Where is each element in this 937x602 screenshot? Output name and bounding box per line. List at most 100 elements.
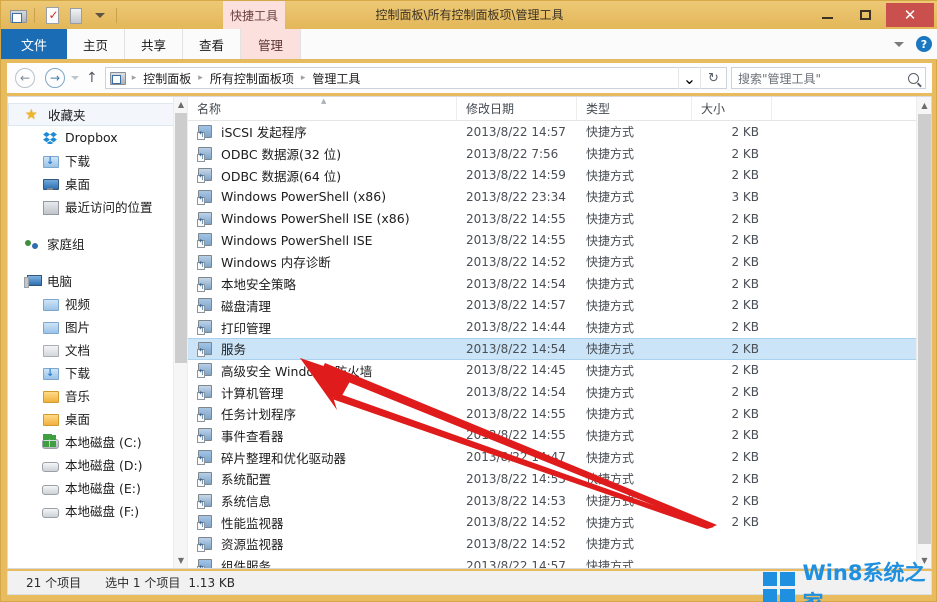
row-date-cell: 2013/8/22 14:44 xyxy=(457,320,577,334)
sidebar-item-10[interactable]: ↓下载 xyxy=(8,361,187,384)
refresh-icon[interactable]: ↻ xyxy=(700,67,726,89)
row-name-text: 任务计划程序 xyxy=(221,404,296,423)
column-header-size[interactable]: 大小 xyxy=(692,97,772,120)
table-row[interactable]: iSCSI 发起程序2013/8/22 14:57快捷方式2 KB xyxy=(188,121,931,143)
tab-file[interactable]: 文件 xyxy=(1,29,67,59)
sidebar-scroll-down-icon[interactable]: ▼ xyxy=(174,553,188,568)
sidebar-group-spacer xyxy=(8,255,187,269)
sidebar-item-label: 桌面 xyxy=(65,174,90,193)
row-type-cell: 快捷方式 xyxy=(577,167,692,184)
maximize-button[interactable] xyxy=(846,1,884,29)
table-row[interactable]: 打印管理2013/8/22 14:44快捷方式2 KB xyxy=(188,316,931,338)
search-placeholder: 搜索"管理工具" xyxy=(738,70,908,87)
row-name-cell: 系统信息 xyxy=(188,491,457,510)
table-row[interactable]: Windows PowerShell (x86)2013/8/22 23:34快… xyxy=(188,186,931,208)
shortcut-icon xyxy=(197,124,214,140)
folder-properties-icon[interactable] xyxy=(7,5,28,26)
row-type-cell: 快捷方式 xyxy=(577,492,692,509)
tab-home[interactable]: 主页 xyxy=(67,29,125,59)
row-name-text: 服务 xyxy=(221,339,246,358)
forward-button[interactable]: → xyxy=(43,66,67,90)
table-row[interactable]: 计算机管理2013/8/22 14:54快捷方式2 KB xyxy=(188,381,931,403)
row-date-cell: 2013/8/22 14:45 xyxy=(457,363,577,377)
table-row[interactable]: 事件查看器2013/8/22 14:55快捷方式2 KB xyxy=(188,425,931,447)
breadcrumb-item-0[interactable]: 控制面板 xyxy=(140,70,194,87)
help-icon[interactable]: ? xyxy=(916,36,932,52)
sidebar-item-2[interactable]: ↓下载 xyxy=(8,149,187,172)
table-row[interactable]: 磁盘清理2013/8/22 14:57快捷方式2 KB xyxy=(188,295,931,317)
chevron-down-icon[interactable] xyxy=(894,42,904,47)
table-row[interactable]: 任务计划程序2013/8/22 14:55快捷方式2 KB xyxy=(188,403,931,425)
sidebar-item-label: 电脑 xyxy=(47,271,72,290)
sidebar-item-16[interactable]: 本地磁盘 (F:) xyxy=(8,499,187,522)
address-dropdown-icon[interactable]: ⌄ xyxy=(678,67,700,89)
new-folder-icon[interactable] xyxy=(65,5,86,26)
table-row[interactable]: 性能监视器2013/8/22 14:52快捷方式2 KB xyxy=(188,511,931,533)
sidebar-item-12[interactable]: 桌面 xyxy=(8,407,187,430)
sidebar-item-1[interactable]: Dropbox xyxy=(8,126,187,149)
file-scroll-thumb[interactable] xyxy=(918,114,931,544)
row-size-cell: 2 KB xyxy=(692,515,772,529)
tab-manage[interactable]: 管理 xyxy=(241,29,301,59)
sidebar-item-4[interactable]: 最近访问的位置 xyxy=(8,195,187,218)
sidebar-item-14[interactable]: 本地磁盘 (D:) xyxy=(8,453,187,476)
sidebar-group-spacer xyxy=(8,522,187,536)
table-row[interactable]: Windows PowerShell ISE (x86)2013/8/22 14… xyxy=(188,208,931,230)
sidebar-scroll-thumb[interactable] xyxy=(175,113,187,363)
tab-view[interactable]: 查看 xyxy=(183,29,241,59)
file-scroll-up-icon[interactable]: ▲ xyxy=(917,97,931,113)
dropbox-icon xyxy=(42,130,59,146)
row-type-cell: 快捷方式 xyxy=(577,253,692,270)
table-row[interactable]: 资源监视器2013/8/22 14:52快捷方式 xyxy=(188,533,931,555)
shortcut-icon xyxy=(197,146,214,162)
recent-locations-caret-icon[interactable] xyxy=(71,76,79,80)
table-row[interactable]: Windows 内存诊断2013/8/22 14:52快捷方式2 KB xyxy=(188,251,931,273)
tab-share[interactable]: 共享 xyxy=(125,29,183,59)
table-row[interactable]: ODBC 数据源(64 位)2013/8/22 14:59快捷方式2 KB xyxy=(188,164,931,186)
close-button[interactable]: ✕ xyxy=(886,3,934,27)
search-input[interactable]: 搜索"管理工具" xyxy=(731,67,926,89)
back-arrow-icon: ← xyxy=(15,68,35,88)
sidebar-item-15[interactable]: 本地磁盘 (E:) xyxy=(8,476,187,499)
row-size-cell: 2 KB xyxy=(692,407,772,421)
breadcrumb[interactable]: ▸ 控制面板 ▸ 所有控制面板项 ▸ 管理工具 ⌄ ↻ xyxy=(105,67,727,89)
sidebar-item-9[interactable]: 文档 xyxy=(8,338,187,361)
minimize-button[interactable] xyxy=(808,1,846,29)
file-scrollbar[interactable]: ▲ ▼ xyxy=(916,97,931,568)
sidebar-item-label: 收藏夹 xyxy=(48,105,86,124)
sidebar-item-7[interactable]: 视频 xyxy=(8,292,187,315)
sidebar-item-11[interactable]: 音乐 xyxy=(8,384,187,407)
table-row[interactable]: 碎片整理和优化驱动器2013/8/22 14:47快捷方式2 KB xyxy=(188,446,931,468)
table-row[interactable]: 系统信息2013/8/22 14:53快捷方式2 KB xyxy=(188,490,931,512)
breadcrumb-item-2[interactable]: 管理工具 xyxy=(309,70,363,87)
row-type-cell: 快捷方式 xyxy=(577,232,692,249)
downloads-folder-icon: ↓ xyxy=(42,153,59,169)
row-name-cell: 事件查看器 xyxy=(188,426,457,445)
sidebar-item-5[interactable]: 家庭组 xyxy=(8,232,187,255)
sidebar-scroll-up-icon[interactable]: ▲ xyxy=(174,97,188,112)
sidebar-scrollbar[interactable]: ▲ ▼ xyxy=(173,97,187,568)
table-row[interactable]: 高级安全 Windows 防火墙2013/8/22 14:45快捷方式2 KB xyxy=(188,360,931,382)
table-row[interactable]: Windows PowerShell ISE2013/8/22 14:55快捷方… xyxy=(188,229,931,251)
table-row[interactable]: ODBC 数据源(32 位)2013/8/22 7:56快捷方式2 KB xyxy=(188,143,931,165)
table-row[interactable]: 服务2013/8/22 14:54快捷方式2 KB xyxy=(188,338,931,360)
sidebar-item-8[interactable]: 图片 xyxy=(8,315,187,338)
table-row[interactable]: 系统配置2013/8/22 14:53快捷方式2 KB xyxy=(188,468,931,490)
customize-caret-icon[interactable] xyxy=(89,5,110,26)
sidebar-item-6[interactable]: 电脑 xyxy=(8,269,187,292)
row-type-cell: 快捷方式 xyxy=(577,210,692,227)
table-row[interactable]: 本地安全策略2013/8/22 14:54快捷方式2 KB xyxy=(188,273,931,295)
sidebar-item-0[interactable]: ★收藏夹 xyxy=(8,103,187,126)
sidebar-item-3[interactable]: 桌面 xyxy=(8,172,187,195)
up-button[interactable]: ↑ xyxy=(86,70,98,86)
breadcrumb-separator-2: ▸ xyxy=(297,73,310,83)
column-header-date[interactable]: 修改日期 xyxy=(457,97,577,120)
row-date-cell: 2013/8/22 14:55 xyxy=(457,407,577,421)
sidebar-item-13[interactable]: 本地磁盘 (C:) xyxy=(8,430,187,453)
back-button[interactable]: ← xyxy=(13,66,37,90)
column-header-type[interactable]: 类型 xyxy=(577,97,692,120)
breadcrumb-item-1[interactable]: 所有控制面板项 xyxy=(207,70,297,87)
new-item-icon[interactable] xyxy=(41,5,62,26)
row-name-text: 磁盘清理 xyxy=(221,296,271,315)
row-size-cell: 2 KB xyxy=(692,255,772,269)
